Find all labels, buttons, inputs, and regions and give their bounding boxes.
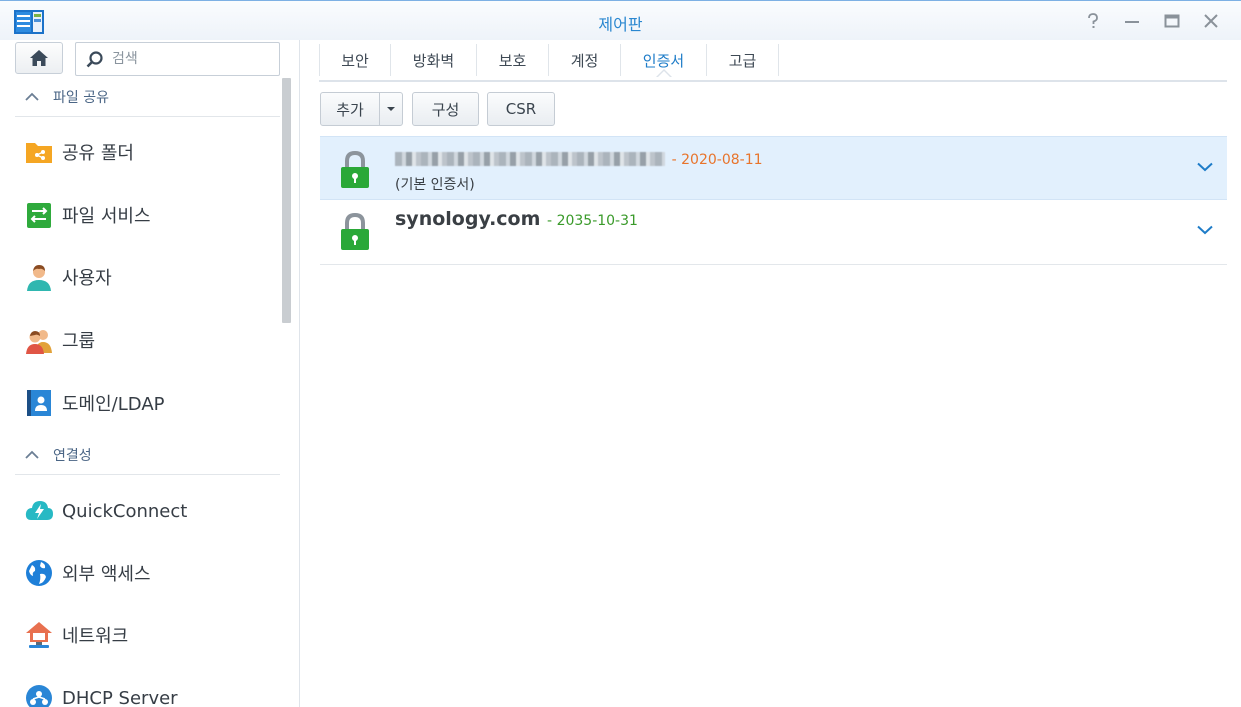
help-icon: [1088, 13, 1098, 28]
chevron-down-icon[interactable]: [1197, 162, 1213, 172]
tab-firewall[interactable]: 방화벽: [391, 44, 477, 76]
maximize-icon: [1164, 14, 1180, 28]
tab-label: 보호: [498, 51, 527, 70]
close-button[interactable]: [1201, 11, 1221, 31]
sidebar-item-label: 사용자: [62, 268, 112, 289]
chevron-up-icon: [25, 92, 39, 101]
add-dropdown-button[interactable]: [379, 92, 403, 126]
home-icon: [30, 50, 48, 66]
quickconnect-icon: [25, 501, 53, 520]
sidebar-item-label: 공유 폴더: [62, 143, 134, 164]
dhcp-server-icon: [26, 685, 52, 707]
certificate-date-value: 2020-08-11: [681, 152, 763, 168]
sidebar-scrollbar[interactable]: [282, 78, 291, 323]
add-button[interactable]: 추가: [320, 92, 380, 126]
csr-button[interactable]: CSR: [487, 92, 555, 126]
sidebar-item-label: QuickConnect: [62, 500, 188, 522]
redacted-domain: [395, 151, 665, 166]
sidebar-item-label: 도메인/LDAP: [62, 394, 165, 415]
network-icon: [26, 622, 52, 648]
certificate-row[interactable]: synology.com - 2035-10-31: [320, 200, 1227, 265]
title-bar: 제어판: [0, 0, 1241, 40]
certificate-domain: synology.com: [395, 208, 541, 230]
search-box[interactable]: [75, 42, 280, 76]
certificate-note: (기본 인증서): [395, 177, 475, 193]
user-icon: [27, 265, 51, 291]
tab-label: 고급: [728, 51, 757, 70]
file-services-icon: [27, 203, 51, 228]
sidebar-item-label: 그룹: [62, 331, 96, 352]
section-label: 파일 공유: [53, 90, 109, 106]
window-title: 제어판: [598, 15, 643, 34]
tab-advanced[interactable]: 고급: [707, 44, 779, 76]
sidebar-item-domain-ldap[interactable]: 도메인/LDAP: [0, 375, 282, 431]
active-tab-indicator: [656, 69, 672, 78]
tab-account[interactable]: 계정: [549, 44, 621, 76]
home-button[interactable]: [15, 42, 63, 74]
minimize-icon: [1125, 21, 1139, 23]
sidebar-item-file-services[interactable]: 파일 서비스: [0, 187, 282, 243]
certificate-name: synology.com - 2035-10-31: [395, 208, 638, 230]
sidebar-item-network[interactable]: 네트워크: [0, 607, 282, 663]
configure-button-label: 구성: [431, 100, 460, 119]
certificate-list: - 2020-08-11 (기본 인증서) synology.com - 203…: [320, 136, 1227, 265]
tab-protection[interactable]: 보호: [477, 44, 549, 76]
lock-icon: [341, 151, 369, 188]
section-label: 연결성: [53, 448, 92, 464]
sidebar-item-shared-folder[interactable]: 공유 폴더: [0, 124, 282, 180]
certificate-date-value: 2035-10-31: [556, 213, 638, 229]
sidebar-item-group[interactable]: 그룹: [0, 312, 282, 368]
certificate-expiry: - 2020-08-11: [671, 152, 763, 168]
sidebar-item-user[interactable]: 사용자: [0, 249, 282, 305]
caret-down-icon: [387, 107, 395, 111]
sidebar-item-dhcp-server[interactable]: DHCP Server: [0, 670, 282, 707]
maximize-button[interactable]: [1162, 11, 1182, 31]
tab-security[interactable]: 보안: [319, 44, 391, 76]
configure-button[interactable]: 구성: [412, 92, 479, 126]
tab-label: 방화벽: [412, 51, 455, 70]
chevron-up-icon: [25, 450, 39, 459]
sidebar: 파일 공유 공유 폴더 파일 서비스 사용자 그룹 도메인/LDAP 연결성 Q…: [0, 40, 300, 707]
lock-icon: [341, 213, 369, 250]
section-file-sharing[interactable]: 파일 공유: [15, 78, 280, 117]
sidebar-item-label: 네트워크: [62, 626, 129, 647]
certificate-name: - 2020-08-11: [395, 147, 763, 169]
tab-label: 보안: [341, 51, 369, 70]
section-connectivity[interactable]: 연결성: [15, 436, 280, 475]
search-input[interactable]: [112, 49, 272, 69]
external-access-icon: [26, 560, 52, 586]
certificate-row[interactable]: - 2020-08-11 (기본 인증서): [320, 136, 1227, 200]
sidebar-item-label: DHCP Server: [62, 687, 178, 707]
group-icon: [26, 330, 52, 354]
close-icon: [1204, 14, 1218, 28]
domain-ldap-icon: [27, 390, 51, 416]
tab-label: 인증서: [642, 51, 685, 70]
sidebar-item-label: 파일 서비스: [62, 206, 151, 227]
minimize-button[interactable]: [1122, 11, 1142, 31]
chevron-down-icon[interactable]: [1197, 225, 1213, 235]
search-icon: [86, 51, 103, 68]
sidebar-item-quickconnect[interactable]: QuickConnect: [0, 483, 282, 539]
csr-button-label: CSR: [505, 100, 537, 118]
tab-bar: 보안 방화벽 보호 계정 인증서 고급: [319, 40, 1227, 82]
sidebar-item-external-access[interactable]: 외부 액세스: [0, 545, 282, 601]
help-button[interactable]: [1083, 11, 1103, 31]
shared-folder-icon: [26, 143, 52, 163]
add-button-label: 추가: [336, 100, 364, 119]
certificate-expiry: - 2035-10-31: [547, 213, 638, 229]
sidebar-item-label: 외부 액세스: [62, 564, 151, 585]
tab-label: 계정: [570, 51, 599, 70]
